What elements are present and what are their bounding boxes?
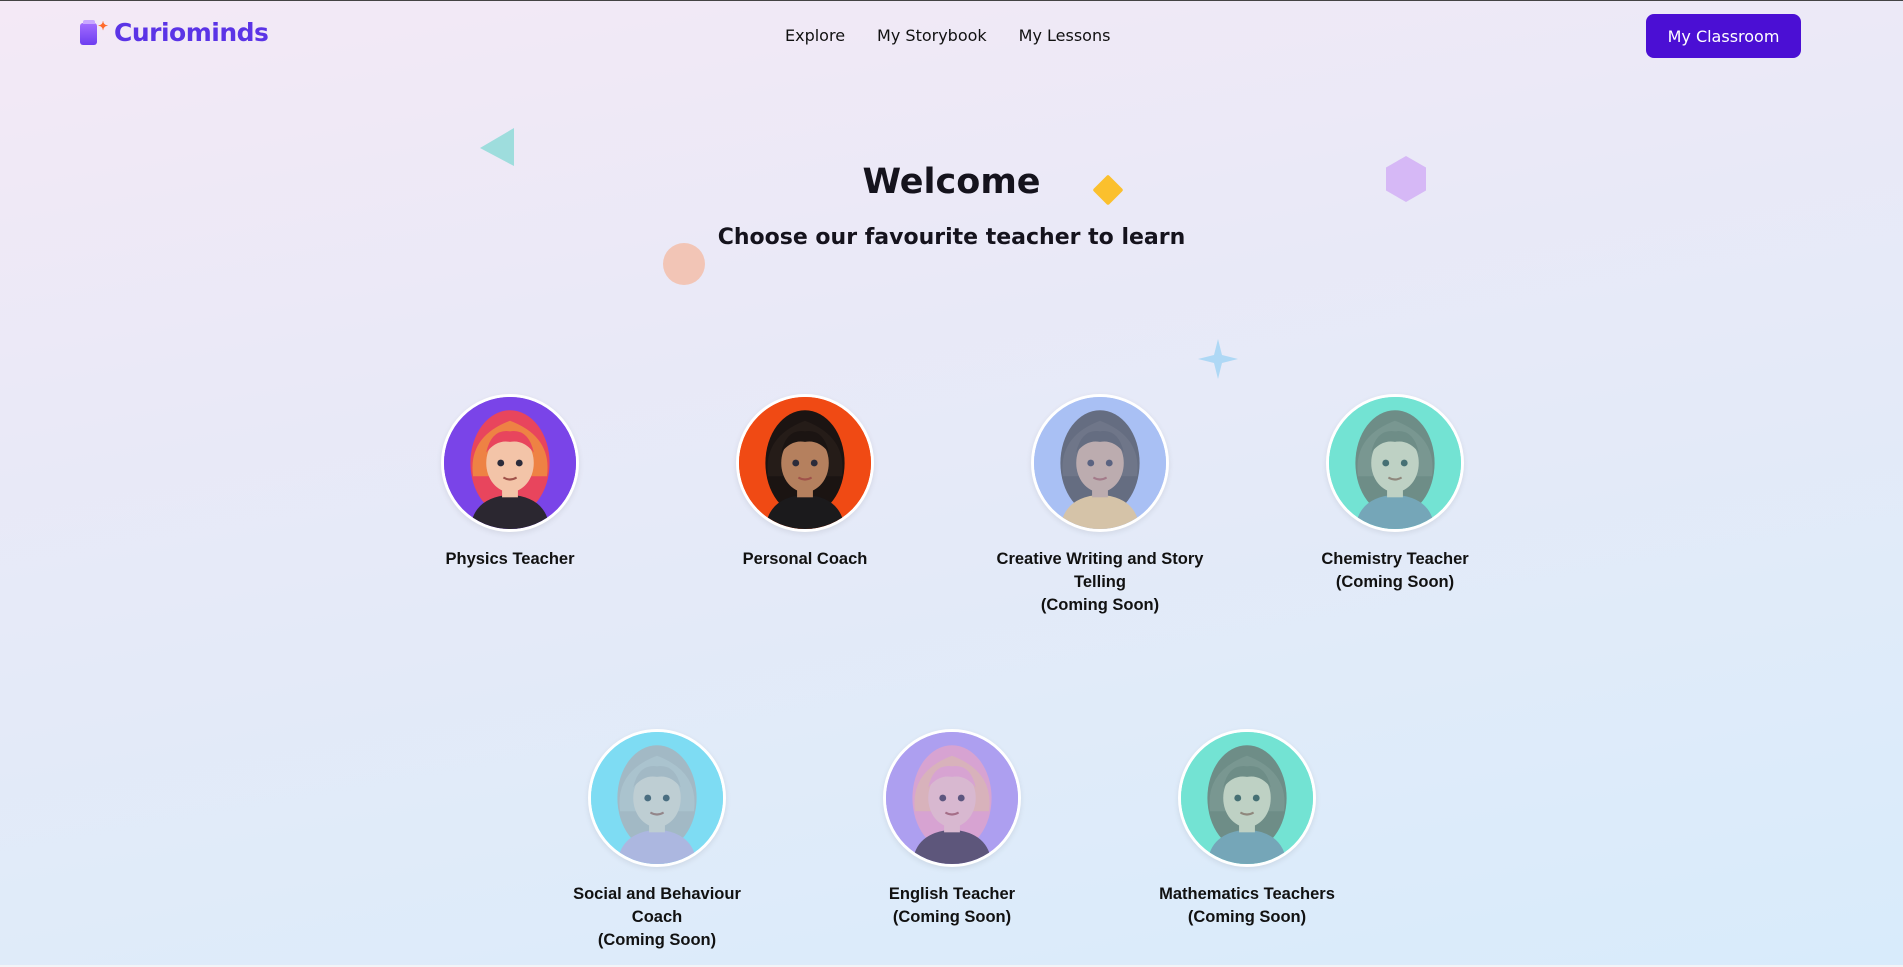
- teacher-avatar[interactable]: [1031, 394, 1169, 532]
- teacher-card-personal-coach[interactable]: Personal Coach: [695, 394, 915, 571]
- teacher-avatar[interactable]: [883, 729, 1021, 867]
- teacher-name: Creative Writing and Story Telling: [996, 550, 1204, 591]
- portrait-illustration: [1034, 397, 1166, 529]
- brand-name: Curiominds: [114, 18, 269, 47]
- teacher-avatar[interactable]: [1326, 394, 1464, 532]
- teacher-card-english[interactable]: English Teacher (Coming Soon): [842, 729, 1062, 929]
- portrait-illustration: [1181, 732, 1313, 864]
- teacher-card-social-behaviour[interactable]: Social and Behaviour Coach (Coming Soon): [547, 729, 767, 952]
- teacher-avatar[interactable]: [441, 394, 579, 532]
- teacher-status: (Coming Soon): [1040, 596, 1160, 614]
- portrait-illustration: [444, 397, 576, 529]
- teacher-status: (Coming Soon): [1335, 573, 1455, 591]
- teacher-status: (Coming Soon): [597, 931, 717, 949]
- teacher-avatar[interactable]: [736, 394, 874, 532]
- teacher-name: Physics Teacher: [445, 550, 575, 568]
- triangle-decoration: [478, 128, 514, 166]
- portrait-illustration: [1329, 397, 1461, 529]
- welcome-title: Welcome: [862, 162, 1041, 202]
- teacher-card-physics[interactable]: Physics Teacher: [400, 394, 620, 571]
- portrait-illustration: [591, 732, 723, 864]
- teacher-name: Mathematics Teachers: [1159, 885, 1335, 903]
- teacher-avatar[interactable]: [1178, 729, 1316, 867]
- main-nav: Explore My Storybook My Lessons: [785, 26, 1110, 45]
- my-classroom-button[interactable]: My Classroom: [1646, 14, 1801, 58]
- top-navbar: ✦ Curiominds Explore My Storybook My Les…: [0, 0, 1903, 72]
- teacher-name: English Teacher: [888, 885, 1016, 903]
- teacher-name: Personal Coach: [742, 550, 868, 568]
- nav-my-lessons[interactable]: My Lessons: [1019, 26, 1111, 45]
- portrait-illustration: [739, 397, 871, 529]
- teacher-name: Chemistry Teacher: [1321, 550, 1469, 568]
- book-spark-icon: ✦: [80, 19, 108, 46]
- teacher-name: Social and Behaviour Coach: [573, 885, 741, 926]
- teacher-card-creative-writing[interactable]: Creative Writing and Story Telling (Comin…: [990, 394, 1210, 617]
- portrait-illustration: [886, 732, 1018, 864]
- star-decoration: [1198, 339, 1238, 379]
- welcome-subtitle: Choose our favourite teacher to learn: [717, 225, 1186, 250]
- teacher-avatar[interactable]: [588, 729, 726, 867]
- teacher-card-chemistry[interactable]: Chemistry Teacher (Coming Soon): [1285, 394, 1505, 594]
- teacher-status: (Coming Soon): [1187, 908, 1307, 926]
- brand-logo[interactable]: ✦ Curiominds: [80, 18, 269, 47]
- teacher-status: (Coming Soon): [892, 908, 1012, 926]
- nav-explore[interactable]: Explore: [785, 26, 845, 45]
- teacher-card-mathematics[interactable]: Mathematics Teachers (Coming Soon): [1137, 729, 1357, 929]
- nav-my-storybook[interactable]: My Storybook: [877, 26, 987, 45]
